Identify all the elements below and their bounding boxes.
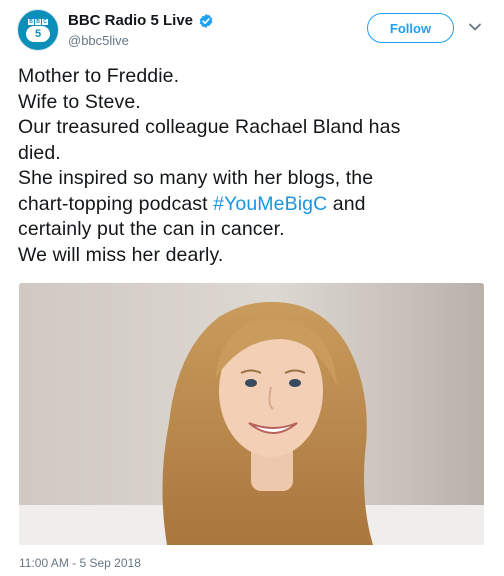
- bbc-logo-letter: B: [35, 18, 41, 25]
- bbc-logo: B B C: [28, 18, 48, 25]
- tweet-timestamp[interactable]: 11:00 AM - 5 Sep 2018: [19, 556, 141, 570]
- tweet-text-segment: and: [327, 192, 366, 215]
- tweet-line: Our treasured colleague Rachael Bland ha…: [18, 116, 401, 138]
- chevron-down-icon[interactable]: [468, 22, 482, 32]
- tweet-photo[interactable]: [19, 283, 484, 545]
- tweet-line: died.: [18, 141, 61, 164]
- tweet-line: chart-topping podcast #YouMeBigC and: [18, 192, 493, 218]
- tweet-line: Mother to Freddie.: [18, 65, 180, 87]
- tweet-text-segment: chart-topping podcast: [18, 192, 214, 215]
- display-name[interactable]: BBC Radio 5 Live: [68, 12, 193, 29]
- name-row: BBC Radio 5 Live: [68, 12, 214, 29]
- portrait-illustration: [19, 283, 484, 545]
- tweet-line: certainly put the can in cancer.: [18, 218, 285, 240]
- handle[interactable]: @bbc5live: [68, 33, 129, 48]
- tweet-line: Wife to Steve.: [18, 90, 141, 113]
- tweet-line: We will miss her dearly.: [18, 243, 224, 266]
- hashtag-link[interactable]: #YouMeBigC: [213, 193, 327, 215]
- radio-5-badge: 5: [26, 25, 50, 42]
- avatar[interactable]: B B C 5: [17, 9, 59, 51]
- bbc-logo-letter: C: [42, 18, 48, 25]
- bbc-logo-letter: B: [28, 18, 34, 25]
- tweet-text: Mother to Freddie. Wife to Steve. Our tr…: [18, 64, 493, 268]
- tweet-card: B B C 5 BBC Radio 5 Live @bbc5live Follo…: [0, 0, 504, 576]
- tweet-line: She inspired so many with her blogs, the: [18, 167, 374, 189]
- verified-badge-icon: [199, 13, 213, 28]
- follow-button[interactable]: Follow: [367, 13, 454, 43]
